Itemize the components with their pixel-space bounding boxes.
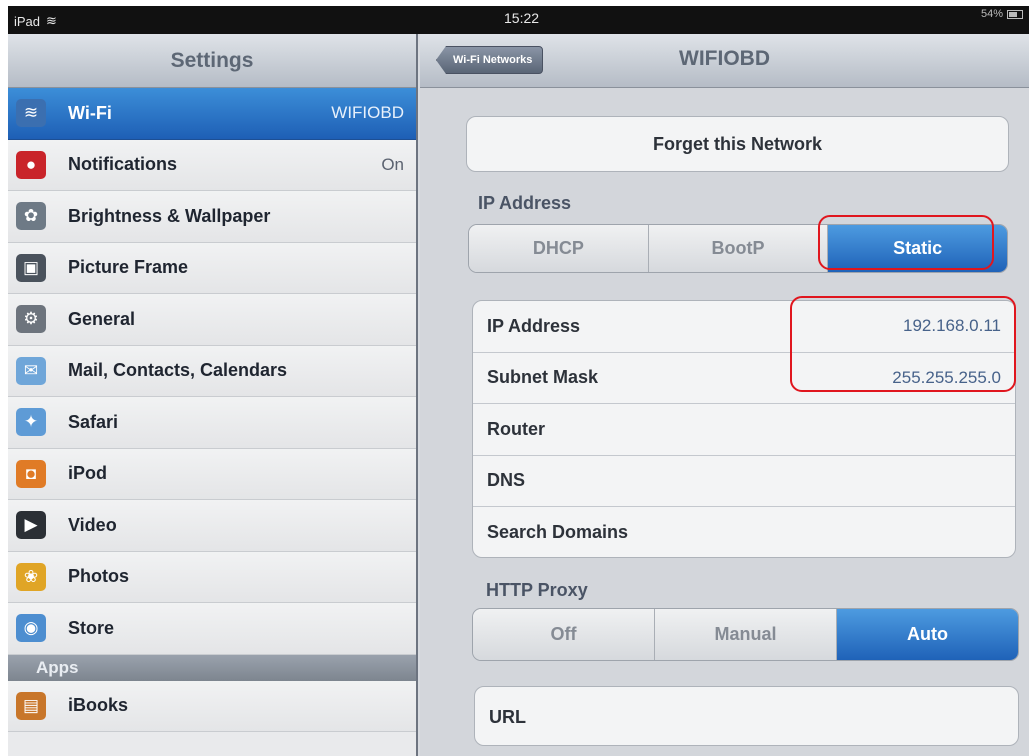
proxy-off-option[interactable]: Off	[473, 609, 655, 660]
battery-indicator: 54%	[981, 8, 1023, 20]
sidebar-item-label: Notifications	[68, 154, 178, 175]
ip-mode-dhcp-option[interactable]: DHCP	[469, 225, 649, 272]
ip-mode-static-option[interactable]: Static	[828, 225, 1007, 272]
sidebar-item-wi-fi[interactable]: ≋ Wi-Fi WIFIOBD	[8, 88, 416, 140]
sidebar-item-label: Store	[68, 617, 115, 638]
sidebar-item-label: Video	[68, 514, 117, 535]
device-name: iPad	[14, 13, 41, 29]
forget-network-button[interactable]: Forget this Network	[466, 116, 1009, 172]
battery-icon	[1007, 9, 1023, 19]
sidebar-item-label: Wi-Fi	[68, 102, 112, 123]
sidebar-item-value: WIFIOBD	[331, 103, 404, 123]
gear-icon: ⚙	[16, 305, 46, 334]
wifi-signal-icon: ≋	[46, 13, 57, 28]
sidebar-item-ipod[interactable]: ◘ iPod	[8, 448, 416, 500]
ip-fields-group: IP Address 192.168.0.11 Subnet Mask 255.255…	[472, 300, 1016, 558]
status-bar: iPad ≋ 15:22 54%	[8, 6, 1029, 34]
sidebar-item-mail-contacts-calendars[interactable]: ✉ Mail, Contacts, Calendars	[8, 345, 416, 397]
sidebar-item-notifications[interactable]: ● Notifications On	[8, 139, 416, 191]
sidebar-item-label: Safari	[68, 411, 119, 432]
settings-sidebar: Settings ≋ Wi-Fi WIFIOBD ● Notifications On ✿ B…	[8, 34, 418, 756]
ipod-icon: ◘	[16, 459, 46, 488]
settings-menu: ≋ Wi-Fi WIFIOBD ● Notifications On ✿ Brightness…	[8, 88, 416, 655]
flower-icon: ✿	[16, 202, 46, 231]
sidebar-item-label: Brightness & Wallpaper	[68, 205, 271, 226]
sidebar-item-brightness-wallpaper[interactable]: ✿ Brightness & Wallpaper	[8, 191, 416, 243]
subnet-mask-value[interactable]: 255.255.255.0	[892, 368, 1001, 388]
ip-address-label: IP Address	[487, 315, 581, 336]
sidebar-item-label: Mail, Contacts, Calendars	[68, 360, 288, 381]
clock: 15:22	[504, 10, 540, 26]
search-domains-row[interactable]: Search Domains	[473, 507, 1015, 557]
sidebar-nav-bar: Settings	[8, 34, 416, 88]
carrier: iPad ≋	[14, 13, 57, 29]
wifi-detail-pane: Wi-Fi Networks WIFIOBD Forget this Netwo…	[420, 34, 1029, 756]
notifications-icon: ●	[16, 150, 46, 179]
mail-icon: ✉	[16, 356, 46, 385]
apps-section-header: Apps	[8, 654, 416, 681]
sidebar-item-photos[interactable]: ❀ Photos	[8, 551, 416, 603]
network-title: WIFIOBD	[679, 47, 770, 70]
http-proxy-section-label: HTTP Proxy	[486, 580, 588, 600]
dns-label: DNS	[487, 470, 526, 491]
sidebar-item-label: Photos	[68, 566, 129, 587]
router-row[interactable]: Router	[473, 404, 1015, 456]
sidebar-item-picture-frame[interactable]: ▣ Picture Frame	[8, 242, 416, 294]
apps-menu: ▤ iBooks	[8, 680, 416, 732]
ip-address-value[interactable]: 192.168.0.11	[903, 316, 1001, 336]
sunflower-icon: ❀	[16, 562, 46, 591]
detail-nav-bar: Wi-Fi Networks WIFIOBD	[420, 34, 1029, 88]
ip-address-row[interactable]: IP Address 192.168.0.11	[473, 301, 1015, 353]
store-icon: ◉	[16, 614, 46, 643]
subnet-mask-label: Subnet Mask	[487, 367, 599, 388]
search-domains-label: Search Domains	[487, 522, 629, 543]
proxy-auto-option[interactable]: Auto	[837, 609, 1018, 660]
sidebar-item-label: Picture Frame	[68, 257, 189, 278]
video-icon: ▶	[16, 511, 46, 540]
router-label: Router	[487, 418, 545, 439]
http-proxy-segmented-control: Off Manual Auto	[472, 608, 1019, 661]
sidebar-item-label: General	[68, 308, 136, 329]
sidebar-item-general[interactable]: ⚙ General	[8, 294, 416, 346]
ibooks-icon: ▤	[16, 691, 46, 720]
ipad-screen: iPad ≋ 15:22 54% Settings ≋ Wi-Fi WIFIOBD ●…	[8, 6, 1029, 756]
proxy-manual-option[interactable]: Manual	[655, 609, 837, 660]
sidebar-item-ibooks[interactable]: ▤ iBooks	[8, 680, 416, 732]
wifi-icon: ≋	[16, 99, 46, 128]
sidebar-item-video[interactable]: ▶ Video	[8, 500, 416, 552]
url-label: URL	[489, 706, 526, 727]
url-row[interactable]: URL	[475, 687, 1018, 745]
sidebar-item-label: iPod	[68, 463, 107, 484]
ip-address-section-label: IP Address	[478, 193, 572, 213]
sidebar-item-store[interactable]: ◉ Store	[8, 603, 416, 655]
sidebar-item-safari[interactable]: ✦ Safari	[8, 397, 416, 449]
url-field[interactable]: URL	[474, 686, 1019, 746]
subnet-mask-row[interactable]: Subnet Mask 255.255.255.0	[473, 353, 1015, 404]
sidebar-item-label: iBooks	[68, 695, 129, 716]
dns-row[interactable]: DNS	[473, 456, 1015, 507]
battery-percent: 54%	[980, 8, 1003, 20]
sidebar-title: Settings	[170, 48, 254, 72]
picture-frame-icon: ▣	[16, 253, 46, 282]
compass-icon: ✦	[16, 408, 46, 437]
ip-mode-segmented-control: DHCP BootP Static	[468, 224, 1008, 273]
sidebar-item-value: On	[381, 154, 404, 174]
ip-mode-bootp-option[interactable]: BootP	[648, 225, 829, 272]
